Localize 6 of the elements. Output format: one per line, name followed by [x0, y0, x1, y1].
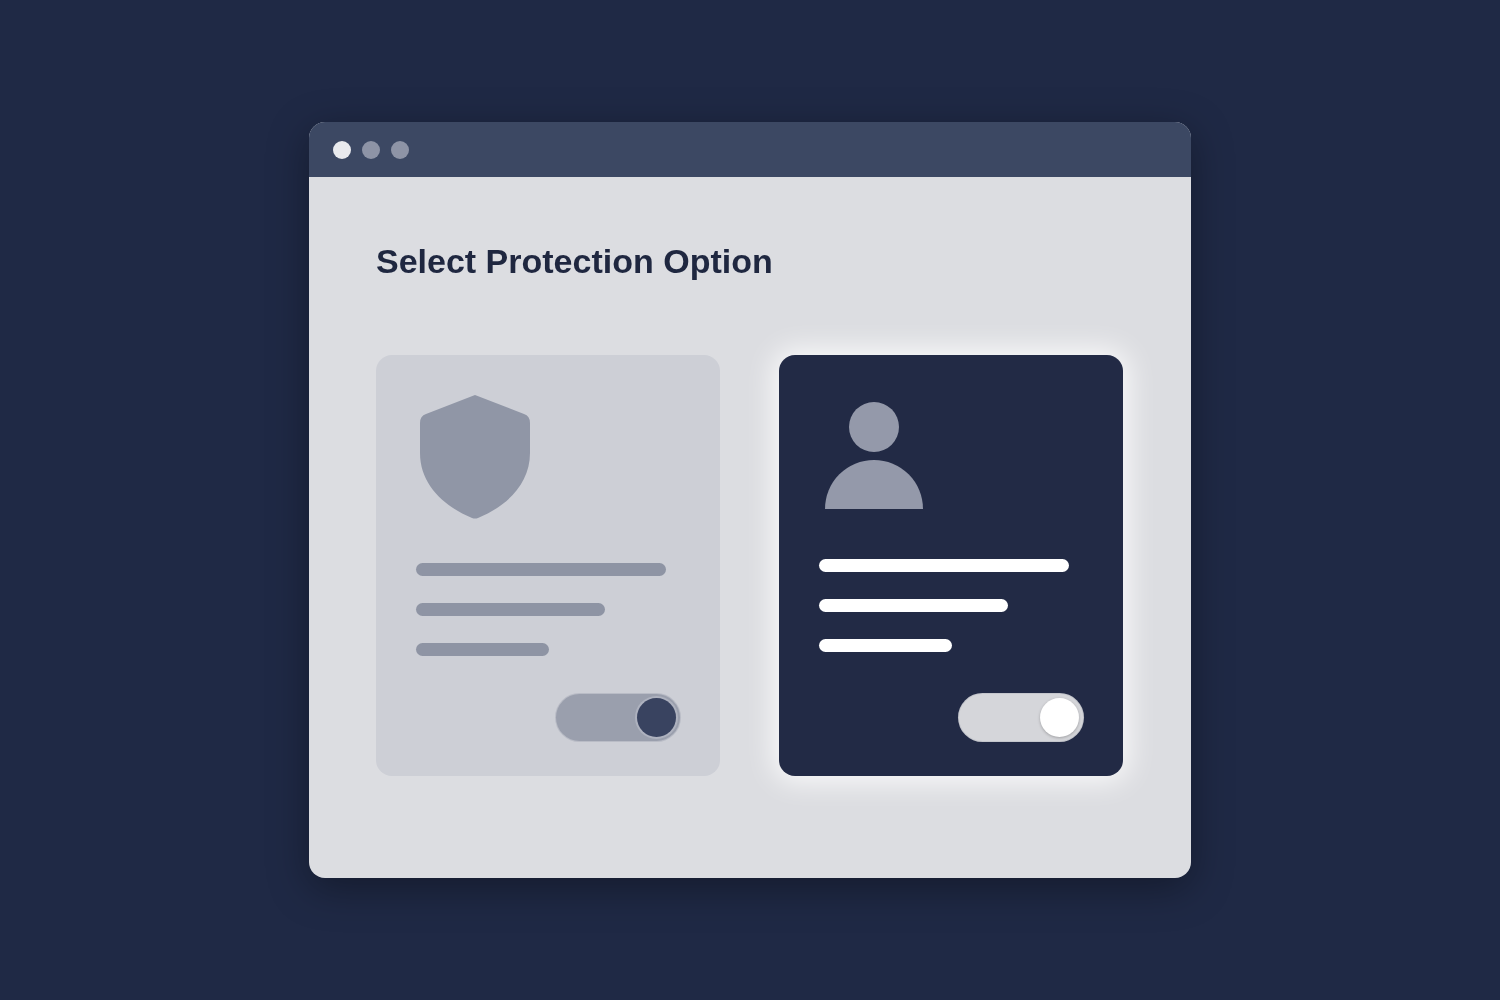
page-heading: Select Protection Option [376, 241, 773, 281]
toggle-switch[interactable] [556, 694, 680, 741]
option-card[interactable] [779, 355, 1123, 776]
shield-icon [420, 395, 530, 519]
person-icon [825, 402, 923, 509]
toggle-switch[interactable] [959, 694, 1083, 741]
